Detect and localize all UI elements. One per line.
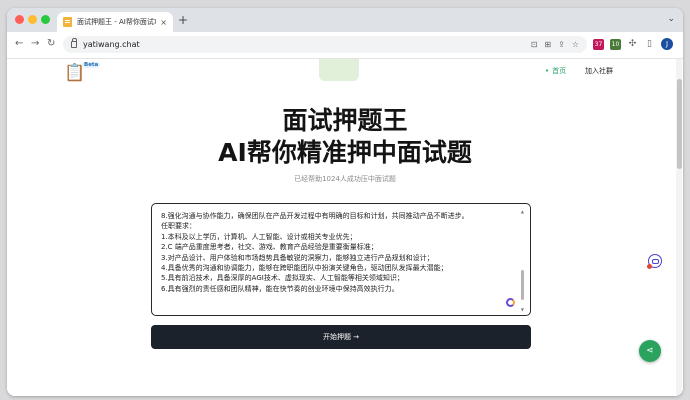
jd-line: 1.本科及以上学历，计算机、人工智能、设计或相关专业优先；	[161, 232, 357, 241]
job-description-textarea[interactable]: 8.强化沟通与协作能力，确保团队在产品开发过程中有明确的目标和计划，共同推动产品…	[151, 203, 531, 316]
jd-line: 6.具有强烈的责任感和团队精神，能在快节奏的创业环境中保持高效执行力。	[161, 284, 399, 293]
textarea-scroll-thumb[interactable]	[521, 270, 524, 300]
tab-title: 面试押题王 - AI帮你面试拿Offer	[77, 18, 156, 26]
share-icon: ⋖	[646, 346, 654, 356]
lock-icon[interactable]	[71, 38, 77, 48]
jd-line: 2.C 端产品重度思考者，社交、游戏、教育产品经验是重要衡量标准；	[161, 243, 378, 252]
extensions-puzzle-icon[interactable]: ✣	[627, 39, 638, 50]
extension-grid-icon[interactable]: 10	[610, 38, 621, 50]
success-count-text: 已经帮助1024人成功压中面试题	[294, 175, 396, 183]
forward-arrow-icon[interactable]: →	[31, 38, 39, 49]
beta-badge: Beta	[82, 62, 101, 68]
jd-line: 4.具备优秀的沟通和协调能力，能够在跨职能团队中扮演关键角色，驱动团队发挥最大潜…	[161, 264, 448, 273]
hero-subtitle-title: AI帮你精准押中面试题	[218, 138, 472, 167]
jd-line: 3.对产品设计、用户体验和市场趋势具备敏锐的洞察力，能够独立进行产品规划和设计；	[161, 253, 434, 262]
textarea-scroll-up-icon[interactable]: ▲	[521, 209, 524, 214]
jd-line: 任职要求：	[161, 222, 196, 231]
maximize-window-button[interactable]	[41, 15, 50, 24]
browser-toolbar: ← → ↻ yatiwang.chat ⊡ ⊞ ⇪ ☆ 37 10 ✣ ▯ J …	[7, 32, 683, 59]
translate-icon[interactable]: ⊞	[544, 40, 551, 49]
writing-assistant-icon[interactable]	[506, 298, 515, 307]
jd-line: 8.强化沟通与协作能力，确保团队在产品开发过程中有明确的目标和计划，共同推动产品…	[161, 212, 469, 220]
tab-bar: 面试押题王 - AI帮你面试拿Offer × + ⌄	[7, 8, 683, 32]
nav-link-home[interactable]: 首页	[545, 66, 566, 76]
jd-line: 5.具有前沿技术，具备深厚的AGI技术、虚拟现实、人工智能等相关领域知识；	[161, 274, 404, 283]
install-app-icon[interactable]: ⊡	[531, 40, 538, 49]
new-tab-button[interactable]: +	[178, 13, 188, 27]
more-menu-icon[interactable]: ⋮	[679, 39, 683, 49]
back-arrow-icon[interactable]: ←	[15, 38, 23, 49]
tab-close-icon[interactable]: ×	[160, 18, 167, 27]
share-page-icon[interactable]: ⇪	[558, 40, 565, 49]
browser-window: 面试押题王 - AI帮你面试拿Offer × + ⌄ ← → ↻ yatiwan…	[7, 8, 683, 396]
header-image	[319, 59, 359, 81]
tab-active[interactable]: 面试押题王 - AI帮你面试拿Offer ×	[57, 12, 173, 32]
clipboard-favicon-icon	[63, 17, 72, 27]
textarea-scroll-down-icon[interactable]: ▼	[521, 307, 524, 312]
minimize-window-button[interactable]	[28, 15, 37, 24]
profile-avatar[interactable]: J	[661, 38, 673, 50]
sidebar-panel-icon[interactable]: ▯	[644, 39, 655, 50]
notification-dot	[647, 264, 652, 269]
extension-badge-icon[interactable]: 37	[593, 38, 604, 50]
web-page: 📋 Beta 首页 加入社群 面试押题王 AI帮你精准押中面试题 已经帮助102…	[7, 59, 683, 396]
nav-link-join-community[interactable]: 加入社群	[585, 66, 613, 76]
share-button[interactable]: ⋖	[639, 340, 661, 362]
address-bar[interactable]: yatiwang.chat ⊡ ⊞ ⇪ ☆	[63, 36, 587, 53]
url-text[interactable]: yatiwang.chat	[83, 40, 531, 49]
bookmark-star-icon[interactable]: ☆	[572, 40, 579, 49]
tab-search-chevron-icon[interactable]: ⌄	[667, 14, 675, 24]
reload-icon[interactable]: ↻	[47, 38, 55, 49]
close-window-button[interactable]	[15, 15, 24, 24]
hero-title: 面试押题王	[282, 106, 408, 135]
start-predict-button[interactable]: 开始押题 →	[151, 325, 531, 349]
